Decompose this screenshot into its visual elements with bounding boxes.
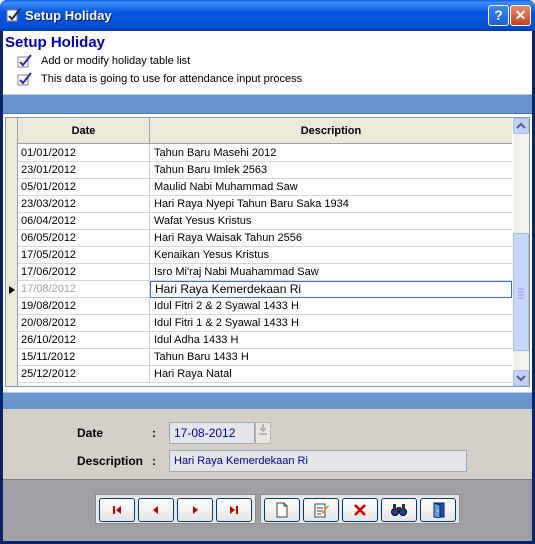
nav-button-group (95, 494, 256, 524)
date-cell[interactable]: 23/01/2012 (18, 162, 150, 179)
description-field[interactable]: Hari Raya Kemerdekaan Ri (169, 450, 467, 472)
previous-record-icon (153, 506, 158, 515)
row-indicator-column (6, 118, 18, 386)
checkmark-icon (17, 54, 32, 68)
date-cell[interactable]: 26/10/2012 (18, 332, 150, 349)
description-cell[interactable]: Tahun Baru Imlek 2563 (150, 162, 512, 179)
description-cell[interactable]: Hari Raya Nyepi Tahun Baru Saka 1934 (150, 196, 512, 213)
last-record-button[interactable] (216, 498, 252, 522)
description-cell[interactable]: Maulid Nabi Muhammad Saw (150, 179, 512, 196)
delete-record-button[interactable] (342, 498, 378, 522)
table-row[interactable]: 26/10/2012 Idul Adha 1433 H (18, 332, 512, 349)
table-row[interactable]: 23/03/2012 Hari Raya Nyepi Tahun Baru Sak… (18, 196, 512, 213)
description-cell[interactable]: Hari Raya Kemerdekaan Ri (150, 281, 512, 298)
checkmark-icon (17, 72, 32, 86)
close-button[interactable]: ✕ (510, 5, 531, 26)
setup-holiday-window: Setup Holiday ? ✕ Setup Holiday Add or m… (0, 0, 535, 544)
help-button[interactable]: ? (488, 5, 509, 26)
chevron-up-icon (516, 122, 526, 129)
new-record-button[interactable] (264, 498, 300, 522)
description-colon: : (152, 454, 156, 468)
date-cell[interactable]: 05/01/2012 (18, 179, 150, 196)
note-text: Add or modify holiday table list (41, 55, 191, 67)
table-row[interactable]: 17/06/2012 Isro Mi'raj Nabi Muahammad Saw (18, 264, 512, 281)
description-cell[interactable]: Kenaikan Yesus Kristus (150, 247, 512, 264)
app-check-icon (6, 8, 21, 22)
title-bar[interactable]: Setup Holiday ? ✕ (0, 0, 535, 31)
scroll-thumb[interactable] (513, 233, 529, 351)
note-text: This data is going to use for attendance… (41, 73, 303, 85)
date-cell[interactable]: 17/06/2012 (18, 264, 150, 281)
next-record-icon (193, 506, 198, 515)
description-cell[interactable]: Idul Fitri 1 & 2 Syawal 1433 H (150, 315, 512, 332)
column-header-description[interactable]: Description (150, 118, 512, 144)
download-arrow-icon (259, 424, 267, 435)
current-row-indicator-icon (9, 286, 15, 294)
scroll-up-button[interactable] (513, 118, 529, 134)
date-colon: : (152, 426, 156, 440)
previous-record-button[interactable] (138, 498, 174, 522)
edit-record-icon (314, 503, 329, 518)
client-area: Setup Holiday Add or modify holiday tabl… (3, 31, 532, 541)
date-cell[interactable]: 17/05/2012 (18, 247, 150, 264)
grid-header: Date Description (18, 118, 512, 144)
table-row[interactable]: 05/01/2012 Maulid Nabi Muhammad Saw (18, 179, 512, 196)
new-record-icon (276, 502, 288, 518)
exit-button[interactable] (420, 498, 456, 522)
description-cell[interactable]: Idul Fitri 2 & 2 Syawal 1433 H (150, 298, 512, 315)
table-row[interactable]: 01/01/2012 Tahun Baru Masehi 2012 (18, 145, 512, 162)
first-record-button[interactable] (99, 498, 135, 522)
holiday-grid[interactable]: Date Description 01/01/2012 Tahun Baru Ma… (5, 117, 530, 387)
table-row[interactable]: 06/05/2012 Hari Raya Waisak Tahun 2556 (18, 230, 512, 247)
date-cell[interactable]: 01/01/2012 (18, 145, 150, 162)
table-row[interactable]: 17/05/2012 Kenaikan Yesus Kristus (18, 247, 512, 264)
date-picker-button[interactable] (255, 422, 271, 444)
navigation-toolbar (3, 479, 532, 541)
description-label: Description (77, 454, 144, 468)
page-title: Setup Holiday (5, 34, 106, 51)
exit-icon (433, 502, 445, 519)
description-cell[interactable]: Idul Adha 1433 H (150, 332, 512, 349)
date-cell[interactable]: 20/08/2012 (18, 315, 150, 332)
window-title: Setup Holiday (25, 8, 112, 23)
header-panel: Setup Holiday Add or modify holiday tabl… (3, 31, 532, 93)
table-row[interactable]: 06/04/2012 Wafat Yesus Kristus (18, 213, 512, 230)
date-cell[interactable]: 19/08/2012 (18, 298, 150, 315)
table-row[interactable]: 17/08/2012 Hari Raya Kemerdekaan Ri (18, 281, 512, 298)
find-icon (391, 504, 407, 517)
scroll-down-button[interactable] (513, 370, 529, 386)
top-band (3, 94, 532, 114)
first-record-icon (113, 506, 121, 515)
delete-record-icon (354, 504, 366, 516)
find-button[interactable] (381, 498, 417, 522)
table-row[interactable]: 15/11/2012 Tahun Baru 1433 H (18, 349, 512, 366)
date-cell[interactable]: 06/05/2012 (18, 230, 150, 247)
date-label: Date (77, 426, 104, 440)
column-header-date[interactable]: Date (18, 118, 150, 144)
date-cell[interactable]: 17/08/2012 (18, 281, 150, 298)
edit-form: Date : 17-08-2012 Description : Hari Ray… (3, 409, 532, 479)
table-row[interactable]: 23/01/2012 Tahun Baru Imlek 2563 (18, 162, 512, 179)
date-field[interactable]: 17-08-2012 (169, 422, 255, 444)
edit-record-button[interactable] (303, 498, 339, 522)
grip-icon (518, 288, 524, 299)
description-cell[interactable]: Wafat Yesus Kristus (150, 213, 512, 230)
description-cell[interactable]: Hari Raya Waisak Tahun 2556 (150, 230, 512, 247)
table-row[interactable]: 20/08/2012 Idul Fitri 1 & 2 Syawal 1433 H (18, 315, 512, 332)
action-button-group (260, 494, 460, 524)
last-record-icon (230, 506, 238, 515)
description-cell[interactable]: Tahun Baru 1433 H (150, 349, 512, 366)
grid-scrollbar[interactable] (513, 118, 529, 386)
date-cell[interactable]: 06/04/2012 (18, 213, 150, 230)
chevron-down-icon (516, 375, 526, 382)
date-cell[interactable]: 15/11/2012 (18, 349, 150, 366)
table-row[interactable]: 19/08/2012 Idul Fitri 2 & 2 Syawal 1433 H (18, 298, 512, 315)
date-cell[interactable]: 23/03/2012 (18, 196, 150, 213)
description-cell[interactable]: Tahun Baru Masehi 2012 (150, 145, 512, 162)
next-record-button[interactable] (177, 498, 213, 522)
description-cell[interactable]: Isro Mi'raj Nabi Muahammad Saw (150, 264, 512, 281)
description-cell[interactable]: Hari Raya Natal (150, 366, 512, 383)
table-row[interactable]: 25/12/2012 Hari Raya Natal (18, 366, 512, 383)
date-cell[interactable]: 25/12/2012 (18, 366, 150, 383)
